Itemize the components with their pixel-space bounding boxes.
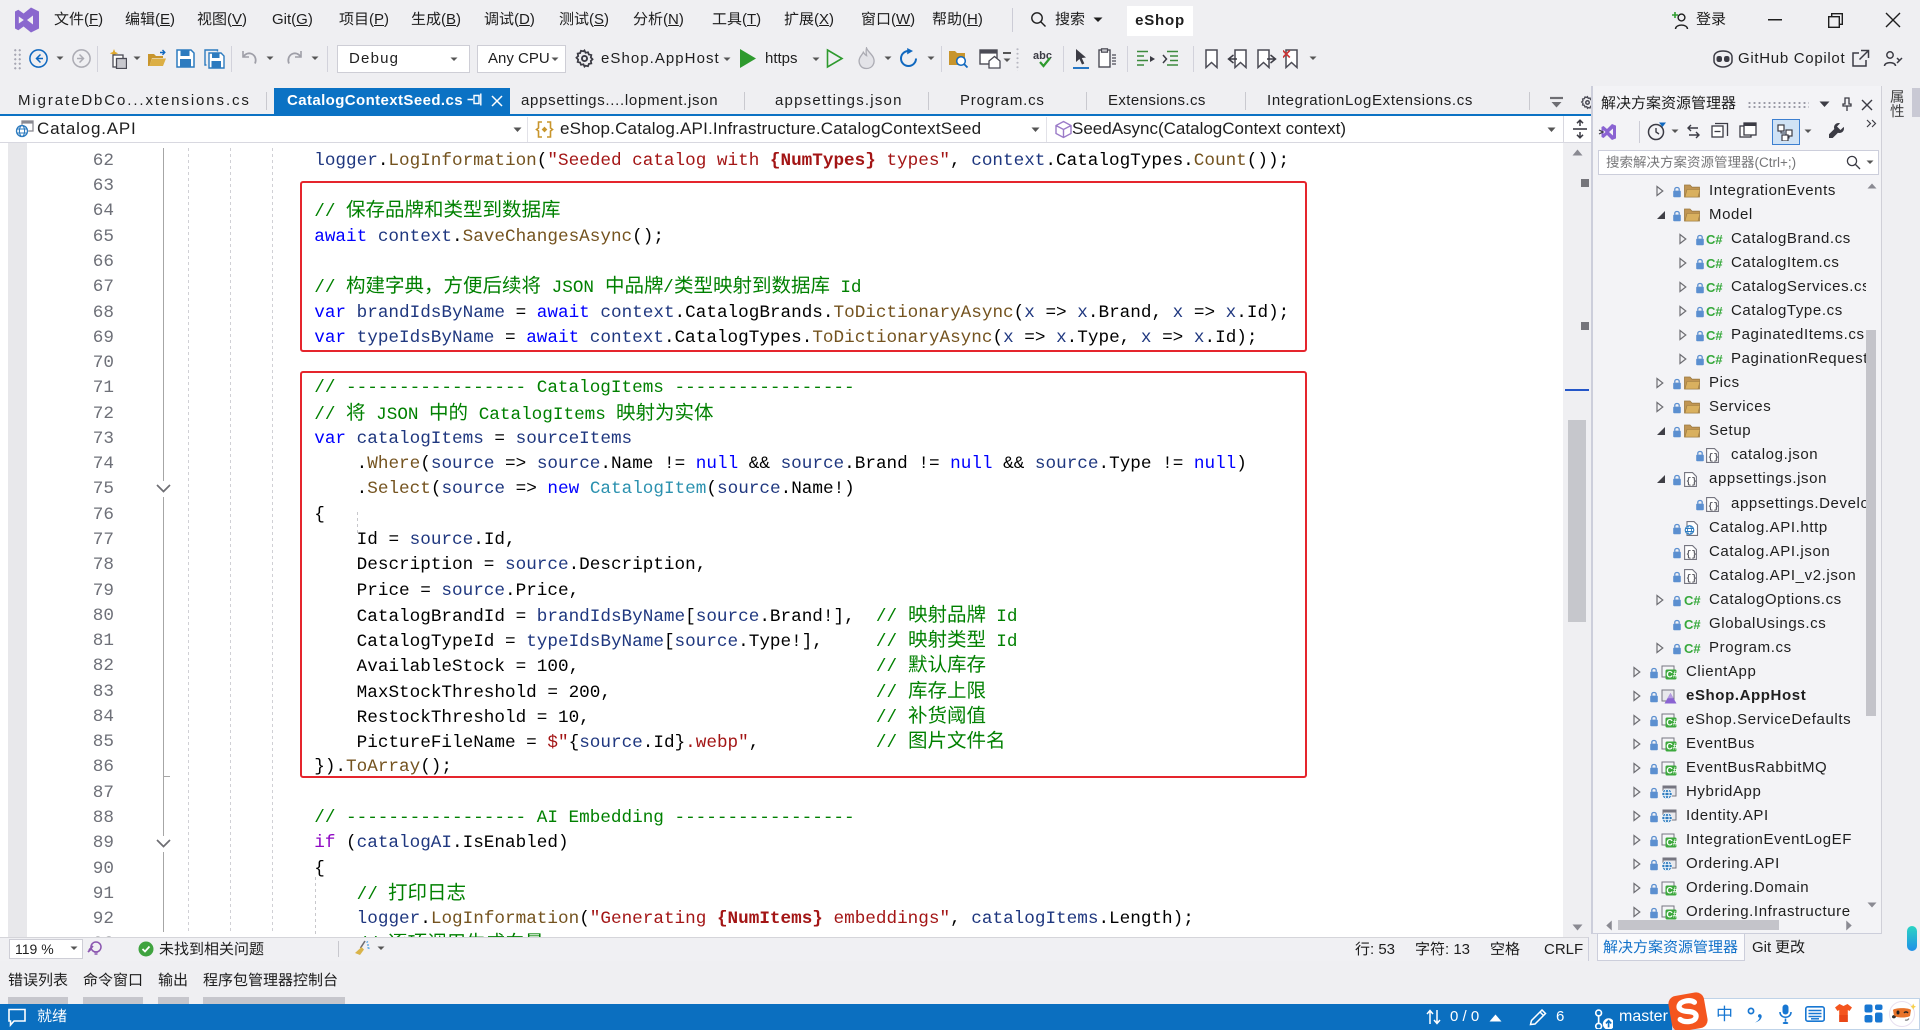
svg-text:C#: C#: [1666, 910, 1677, 920]
svg-text:C#: C#: [1666, 669, 1677, 679]
svg-text:{}: {}: [1708, 501, 1719, 511]
svg-text:C#: C#: [1666, 742, 1677, 752]
svg-text:C#: C#: [1706, 280, 1723, 295]
svg-text:C#: C#: [1706, 352, 1723, 367]
svg-text:{}: {}: [1686, 573, 1697, 583]
svg-text:{}: {}: [1686, 549, 1697, 559]
svg-text:C#: C#: [1684, 593, 1701, 608]
svg-text:{}: {}: [1708, 453, 1719, 463]
svg-text:C#: C#: [1666, 838, 1677, 848]
svg-text:C#: C#: [1684, 641, 1701, 656]
svg-text:C#: C#: [1706, 328, 1723, 343]
svg-text:C#: C#: [1706, 304, 1723, 319]
svg-text:{}: {}: [1686, 477, 1697, 487]
svg-text:C#: C#: [1684, 617, 1701, 632]
svg-text:C#: C#: [1666, 766, 1677, 776]
svg-text:C#: C#: [1666, 718, 1677, 728]
svg-text:C#: C#: [1706, 256, 1723, 271]
svg-text:C#: C#: [1706, 232, 1723, 247]
svg-text:C#: C#: [1666, 886, 1677, 896]
